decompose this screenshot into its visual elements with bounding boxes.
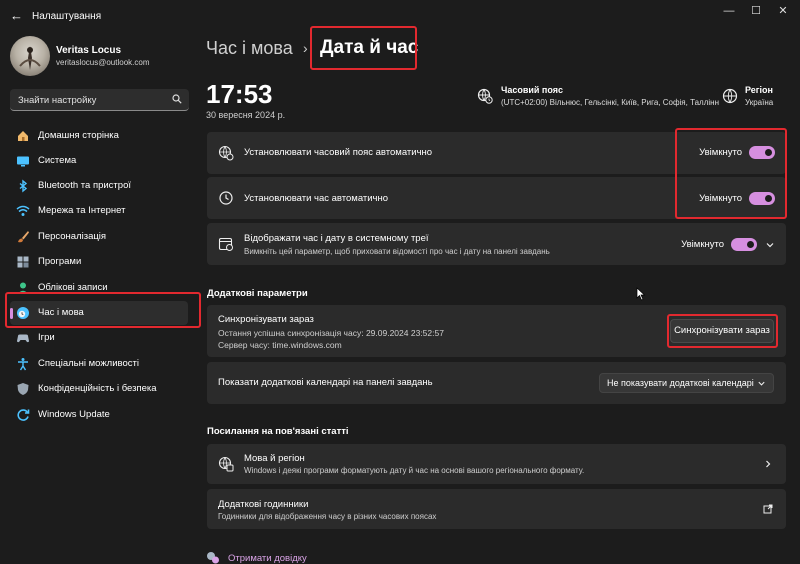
show-tray-desc: Вимкніть цей параметр, щоб приховати від… [244, 247, 550, 256]
show-tray-label: Відображати час і дату в системному треї [244, 233, 429, 244]
show-tray-card[interactable]: Відображати час і дату в системному треї… [207, 223, 786, 265]
sidebar-item-accessibility[interactable]: Спеціальні можливості [10, 352, 188, 376]
clock-icon [219, 191, 233, 205]
highlight-toggles [675, 128, 787, 219]
maximize-button[interactable]: ☐ [745, 5, 767, 17]
search-icon [172, 94, 182, 104]
sidebar-item-gaming[interactable]: Ігри [10, 326, 188, 350]
profile-name: Veritas Locus [56, 45, 122, 56]
calendar-clock-icon [218, 237, 233, 251]
toggle-knob [747, 241, 754, 248]
sidebar-item-label: Мережа та Інтернет [38, 205, 126, 216]
sidebar-item-label: Персоналізація [38, 231, 107, 242]
sidebar-item-home[interactable]: Домашня сторінка [10, 124, 188, 148]
sync-title: Синхронізувати зараз [218, 314, 314, 325]
search-input[interactable]: Знайти настройку [18, 95, 96, 106]
region-title: Регіон [745, 85, 773, 95]
sidebar-item-windows-update[interactable]: Windows Update [10, 403, 188, 427]
shield-icon [17, 383, 29, 395]
show-tray-toggle[interactable] [731, 238, 757, 251]
search-box[interactable]: Знайти настройку [10, 89, 189, 111]
timezone-title: Часовий пояс [501, 85, 564, 95]
avatar[interactable] [10, 36, 50, 76]
sidebar-item-apps[interactable]: Програми [10, 250, 188, 274]
sidebar-item-label: Спеціальні можливості [38, 358, 139, 369]
additional-settings-heading: Додаткові параметри [207, 288, 308, 299]
close-button[interactable]: ✕ [772, 5, 794, 17]
auto-time-label: Установлювати час автоматично [244, 193, 389, 204]
highlight-page-title [310, 26, 417, 70]
calendars-selected: Не показувати додаткові календарі [607, 378, 754, 388]
sidebar-item-label: Система [38, 155, 77, 166]
timezone-icon [477, 88, 493, 104]
timezone-globe-icon [218, 145, 234, 161]
timezone-value: (UTC+02:00) Вільнюс, Гельсінкі, Київ, Ри… [501, 98, 720, 107]
chevron-right-icon [766, 460, 771, 468]
wifi-icon [16, 205, 30, 216]
language-region-icon [218, 456, 234, 472]
language-region-link[interactable]: Мова й регіон Windows і деякі програми ф… [207, 444, 786, 484]
minimize-button[interactable]: — [718, 5, 740, 17]
profile-email: veritaslocus@outlook.com [56, 58, 150, 67]
region-value: Україна [745, 98, 774, 107]
sidebar-item-label: Windows Update [38, 409, 110, 420]
show-tray-state: Увімкнуто [681, 239, 724, 250]
globe-icon [722, 88, 738, 104]
time-server-text: Сервер часу: time.windows.com [218, 340, 342, 350]
sidebar-item-label: Домашня сторінка [38, 130, 119, 141]
calendars-dropdown[interactable]: Не показувати додаткові календарі [599, 373, 774, 393]
help-icon [207, 552, 219, 564]
related-links-heading: Посилання на пов'язані статті [207, 426, 349, 437]
sidebar-item-system[interactable]: Система [10, 149, 188, 173]
home-icon [18, 131, 28, 141]
last-sync-text: Остання успішна синхронізація часу: 29.0… [218, 328, 444, 338]
language-region-desc: Windows і деякі програми форматують дату… [244, 466, 585, 475]
extra-clocks-desc: Годинники для відображення часу в різних… [218, 512, 437, 521]
get-help-link[interactable]: Отримати довідку [228, 553, 307, 564]
sidebar-item-personalization[interactable]: Персоналізація [10, 225, 188, 249]
brush-icon [18, 231, 29, 243]
extra-clocks-link[interactable]: Додаткові годинники Годинники для відобр… [207, 489, 786, 529]
app-title: Налаштування [32, 11, 102, 22]
sidebar-item-network[interactable]: Мережа та Інтернет [10, 199, 188, 223]
highlight-sync-button [667, 314, 778, 348]
sidebar-item-privacy[interactable]: Конфіденційність і безпека [10, 377, 188, 401]
sidebar-item-label: Ігри [38, 332, 55, 343]
sidebar-item-bluetooth[interactable]: Bluetooth та пристрої [10, 174, 188, 198]
bluetooth-icon [19, 179, 28, 193]
update-icon [17, 409, 30, 421]
extra-clocks-title: Додаткові годинники [218, 499, 309, 510]
calendars-label: Показати додаткові календарі на панелі з… [218, 377, 433, 388]
sidebar-item-label: Конфіденційність і безпека [38, 383, 157, 394]
external-link-icon [763, 504, 773, 514]
breadcrumb-parent[interactable]: Час і мова [206, 38, 293, 59]
back-button[interactable]: ← [10, 9, 24, 23]
chevron-down-icon [758, 381, 765, 386]
current-date: 30 вересня 2024 р. [206, 110, 286, 120]
highlight-sidebar-selection [5, 292, 201, 328]
mouse-cursor-icon [636, 287, 646, 301]
breadcrumb-separator: › [303, 40, 308, 56]
accessibility-icon [18, 358, 28, 371]
current-time: 17:53 [206, 79, 273, 109]
gamepad-icon [17, 334, 29, 343]
chevron-down-icon[interactable] [765, 240, 775, 250]
apps-icon [17, 256, 29, 268]
auto-timezone-label: Установлювати часовий пояс автоматично [244, 147, 433, 158]
sidebar-item-label: Bluetooth та пристрої [38, 180, 131, 191]
language-region-title: Мова й регіон [244, 453, 305, 464]
monitor-icon [17, 156, 29, 167]
sidebar-item-label: Програми [38, 256, 82, 267]
